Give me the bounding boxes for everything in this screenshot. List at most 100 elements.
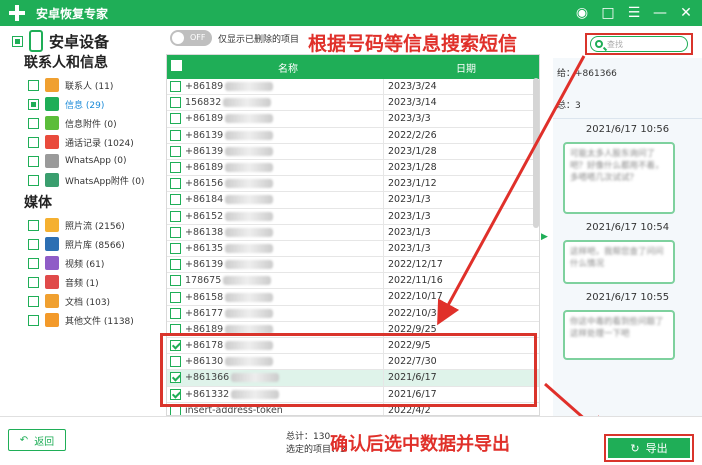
table-row[interactable]: +86156 2023/1/12 <box>167 176 539 193</box>
deleted-only-toggle[interactable]: OFF <box>170 30 212 46</box>
table-row[interactable]: +86177 2022/10/3 <box>167 305 539 322</box>
message-time: 2021/6/17 10:56 <box>585 124 670 135</box>
phone-icon <box>29 30 43 52</box>
sidebar-item[interactable]: 视频 (61) <box>28 256 104 270</box>
row-checkbox[interactable] <box>169 194 181 206</box>
row-checkbox[interactable] <box>169 113 181 125</box>
title-bar: 安卓恢复专家 ◉ □ ☰ — ✕ <box>0 0 702 26</box>
message-time: 2021/6/17 10:54 <box>585 222 670 233</box>
sidebar-item-label: 音频 (1) <box>65 278 99 289</box>
device-checkbox[interactable] <box>12 35 23 47</box>
table-row[interactable]: +86158 2022/10/17 <box>167 289 539 306</box>
sidebar-item[interactable]: 照片库 (8566) <box>28 237 125 251</box>
minimize-button[interactable]: — <box>650 3 670 23</box>
sidebar-item-checkbox[interactable] <box>28 314 39 326</box>
export-label: 导出 <box>645 442 668 455</box>
category-icon <box>45 256 59 270</box>
row-checkbox[interactable] <box>169 162 181 174</box>
row-checkbox[interactable] <box>169 291 181 303</box>
category-icon <box>45 313 59 327</box>
sidebar-item[interactable]: 音频 (1) <box>28 275 99 289</box>
selection-highlight-box <box>160 333 537 407</box>
row-date: 2023/1/12 <box>383 176 539 192</box>
table-row[interactable]: 156832 2023/3/14 <box>167 95 539 112</box>
row-checkbox[interactable] <box>169 275 181 287</box>
sidebar-item-checkbox[interactable] <box>28 117 39 129</box>
row-date: 2022/2/26 <box>383 127 539 143</box>
table-row[interactable]: 178675 2022/11/16 <box>167 273 539 290</box>
sidebar-item-label: 联系人 (11) <box>65 81 114 92</box>
message-time: 2021/6/17 10:55 <box>585 292 670 303</box>
row-date: 2023/1/28 <box>383 159 539 176</box>
export-button[interactable]: ↻ 导出 <box>608 438 690 458</box>
row-checkbox[interactable] <box>169 178 181 190</box>
row-name: +86184 <box>183 194 383 205</box>
row-checkbox[interactable] <box>169 259 181 271</box>
column-date[interactable]: 日期 <box>393 60 539 75</box>
sidebar-item[interactable]: 其他文件 (1138) <box>28 313 134 327</box>
select-all-checkbox[interactable] <box>171 60 182 71</box>
row-checkbox[interactable] <box>169 210 181 222</box>
sidebar-item-checkbox[interactable] <box>28 276 39 288</box>
sidebar-item-checkbox[interactable] <box>28 219 39 231</box>
row-date: 2023/3/14 <box>383 95 539 111</box>
row-date: 2023/1/3 <box>383 192 539 208</box>
sidebar-item[interactable]: WhatsApp附件 (0) <box>28 173 145 187</box>
table-row[interactable]: +86135 2023/1/3 <box>167 240 539 258</box>
table-row[interactable]: +86152 2023/1/3 <box>167 208 539 225</box>
row-name: +86135 <box>183 243 383 254</box>
row-checkbox[interactable] <box>169 307 181 319</box>
category-media: 媒体 <box>24 195 52 211</box>
sidebar-item-checkbox[interactable] <box>28 295 39 307</box>
table-row[interactable]: +86189 2023/3/3 <box>167 111 539 128</box>
table-row[interactable]: +86184 2023/1/3 <box>167 192 539 209</box>
sidebar-item[interactable]: 联系人 (11) <box>28 78 113 92</box>
table-header: 名称 日期 <box>167 55 539 79</box>
row-checkbox[interactable] <box>169 129 181 141</box>
sidebar-item-checkbox[interactable] <box>28 174 39 186</box>
category-icon <box>45 237 59 251</box>
row-checkbox[interactable] <box>169 226 181 238</box>
device-item[interactable]: 安卓设备 <box>12 30 109 52</box>
row-checkbox[interactable] <box>169 97 181 109</box>
table-row[interactable]: +86189 2023/3/24 <box>167 79 539 96</box>
sidebar-item-checkbox[interactable] <box>28 136 39 148</box>
table-row[interactable]: +86139 2022/2/26 <box>167 127 539 144</box>
search-box-highlight: 查找 <box>585 33 693 55</box>
column-name[interactable]: 名称 <box>183 60 393 75</box>
close-button[interactable]: ✕ <box>676 3 696 23</box>
table-scrollbar[interactable] <box>533 78 539 228</box>
sidebar-item-checkbox[interactable] <box>28 155 39 167</box>
sidebar-item-checkbox[interactable] <box>28 257 39 269</box>
collapse-arrow-icon[interactable]: ▶ <box>541 232 549 244</box>
table-row[interactable]: +86189 2023/1/28 <box>167 159 539 177</box>
table-row[interactable]: +86138 2023/1/3 <box>167 224 539 241</box>
sidebar-item[interactable]: 文档 (103) <box>28 294 110 308</box>
back-arrow-icon: ↶ <box>19 434 29 446</box>
category-contacts-messages: 联系人和信息 <box>24 55 108 71</box>
category-icon <box>45 275 59 289</box>
sidebar-item[interactable]: WhatsApp (0) <box>28 154 127 168</box>
sidebar-item-checkbox[interactable] <box>28 238 39 250</box>
sidebar-item[interactable]: 通话记录 (1024) <box>28 135 134 149</box>
wifi-icon[interactable]: ◉ <box>572 3 592 23</box>
sidebar-item[interactable]: 信息 (29) <box>28 97 104 111</box>
table-row[interactable]: +86139 2022/12/17 <box>167 257 539 274</box>
table-row[interactable]: +86139 2023/1/28 <box>167 143 539 160</box>
row-checkbox[interactable] <box>169 81 181 93</box>
row-checkbox[interactable] <box>169 242 181 254</box>
sidebar-item-checkbox[interactable] <box>28 98 39 110</box>
device-label: 安卓设备 <box>49 32 110 51</box>
sidebar-item[interactable]: 信息附件 (0) <box>28 116 117 130</box>
back-button[interactable]: ↶ 返回 <box>8 429 66 451</box>
menu-icon[interactable]: ☰ <box>624 3 644 23</box>
sidebar-item-checkbox[interactable] <box>28 79 39 91</box>
export-highlight: ↻ 导出 <box>604 434 694 462</box>
chat-icon[interactable]: □ <box>598 3 618 23</box>
row-checkbox[interactable] <box>169 145 181 157</box>
row-name: +86189 <box>183 81 383 92</box>
sidebar-item[interactable]: 照片流 (2156) <box>28 218 125 232</box>
row-date: 2022/10/3 <box>383 305 539 321</box>
search-input[interactable]: 查找 <box>590 36 688 52</box>
row-name: +86177 <box>183 308 383 319</box>
